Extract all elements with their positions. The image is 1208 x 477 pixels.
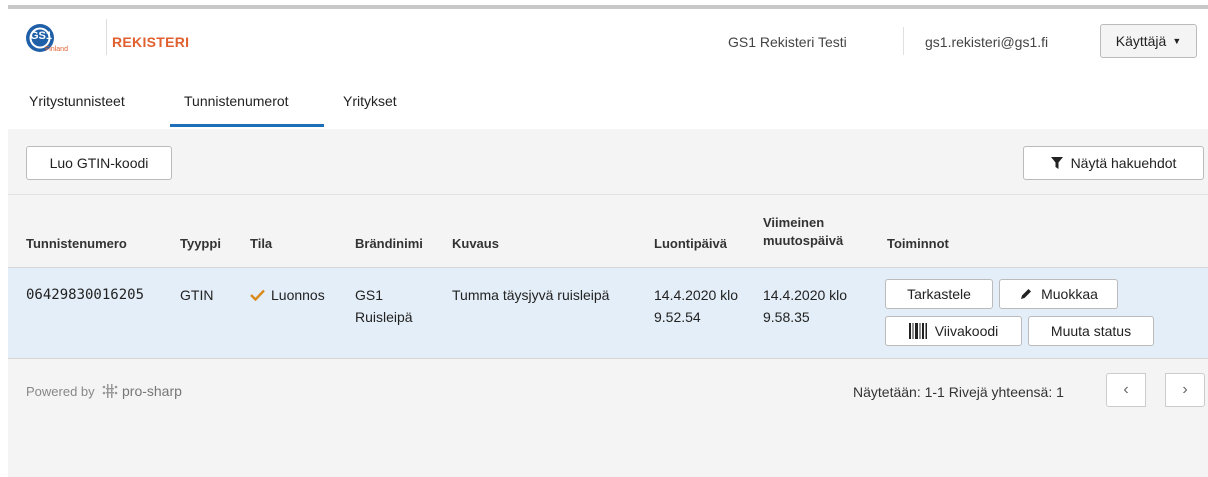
- filter-icon: [1050, 157, 1063, 169]
- previous-page-button[interactable]: ‹: [1106, 373, 1146, 407]
- chevron-right-icon: ›: [1182, 381, 1188, 398]
- powered-by-text: Powered by: [26, 384, 95, 399]
- user-email: gs1.rekisteri@gs1.fi: [925, 34, 1049, 50]
- barcode-button[interactable]: Viivakoodi: [885, 316, 1022, 346]
- app-container: GS1 Finland REKISTERI GS1 Rekisteri Test…: [8, 9, 1208, 477]
- tab-yritykset[interactable]: Yritykset: [343, 93, 397, 109]
- cell-brandinimi: GS1 Ruisleipä: [355, 287, 413, 325]
- caret-down-icon: ▼: [1172, 36, 1182, 46]
- change-status-button[interactable]: Muuta status: [1028, 316, 1154, 346]
- cell-muutospaiva: 14.4.2020 klo 9.58.35: [763, 287, 848, 325]
- provider-name: pro-sharp: [122, 383, 182, 399]
- cell-tila: Luonnos: [250, 284, 325, 306]
- barcode-icon: [908, 323, 927, 339]
- column-header-luontipaiva[interactable]: Luontipäivä: [654, 235, 727, 253]
- toolbar-divider: [8, 194, 1208, 195]
- user-menu-label: Käyttäjä: [1115, 33, 1167, 49]
- create-gtin-label: Luo GTIN-koodi: [49, 155, 149, 171]
- column-header-tila[interactable]: Tila: [250, 235, 272, 253]
- active-tab-indicator: [170, 124, 324, 127]
- column-header-brandinimi[interactable]: Brändinimi: [355, 235, 423, 253]
- column-header-muutospaiva[interactable]: Viimeinen muutospäivä: [763, 214, 873, 250]
- column-header-toiminnot: Toiminnot: [887, 236, 949, 251]
- environment-name: GS1 Rekisteri Testi: [728, 34, 847, 50]
- column-header-tyyppi[interactable]: Tyyppi: [180, 235, 221, 253]
- checkmark-icon: [250, 289, 265, 301]
- gs1-logo-text: GS1: [30, 30, 53, 42]
- show-filters-button[interactable]: Näytä hakuehdot: [1023, 146, 1204, 180]
- cell-tunnistenumero: 06429830016205: [26, 287, 145, 303]
- user-menu-button[interactable]: Käyttäjä ▼: [1100, 24, 1197, 58]
- pencil-icon: [1021, 289, 1032, 299]
- edit-label: Muokkaa: [1041, 286, 1098, 302]
- status-label: Luonnos: [271, 287, 325, 303]
- chevron-left-icon: ‹: [1123, 381, 1129, 398]
- cell-kuvaus: Tumma täysjyvä ruisleipä: [452, 287, 610, 303]
- logo-subtext: Finland: [45, 46, 68, 53]
- next-page-button[interactable]: ›: [1165, 373, 1205, 407]
- create-gtin-button[interactable]: Luo GTIN-koodi: [26, 146, 172, 180]
- show-filters-label: Näytä hakuehdot: [1070, 155, 1177, 171]
- edit-button[interactable]: Muokkaa: [999, 279, 1118, 309]
- cell-tyyppi: GTIN: [180, 287, 214, 303]
- table-row-divider: [8, 358, 1208, 359]
- pro-sharp-logo-icon: [102, 384, 118, 398]
- column-header-tunnistenumero[interactable]: Tunnistenumero: [26, 235, 127, 253]
- brand-title: REKISTERI: [112, 34, 190, 50]
- tab-yritystunnisteet[interactable]: Yritystunnisteet: [29, 93, 125, 109]
- column-header-kuvaus[interactable]: Kuvaus: [452, 235, 499, 253]
- header-divider: [903, 27, 904, 55]
- pagination-info: Näytetään: 1-1 Rivejä yhteensä: 1: [853, 384, 1064, 400]
- view-button[interactable]: Tarkastele: [885, 279, 993, 309]
- app-header: GS1 Finland REKISTERI GS1 Rekisteri Test…: [8, 9, 1208, 129]
- logo-divider: [106, 19, 107, 55]
- cell-luontipaiva: 14.4.2020 klo 9.52.54: [654, 287, 739, 325]
- barcode-label: Viivakoodi: [934, 323, 999, 339]
- change-status-label: Muuta status: [1050, 323, 1132, 339]
- tab-tunnistenumerot[interactable]: Tunnistenumerot: [184, 93, 289, 109]
- view-label: Tarkastele: [907, 286, 971, 302]
